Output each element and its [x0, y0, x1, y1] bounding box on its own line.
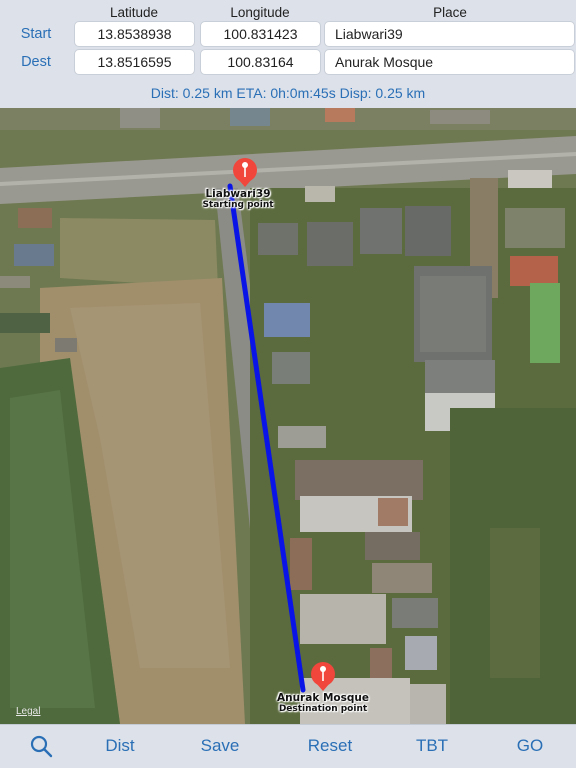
- start-place-field[interactable]: Liabwari39: [324, 21, 575, 47]
- dest-pin-label: Anurak Mosque Destination point: [253, 692, 393, 714]
- map-imagery: [0, 108, 576, 724]
- satellite-map[interactable]: Liabwari39 Starting point Anurak Mosque …: [0, 108, 576, 724]
- search-button[interactable]: [24, 733, 58, 759]
- longitude-column-header: Longitude: [230, 5, 290, 20]
- dest-latitude-field[interactable]: 13.8516595: [74, 49, 195, 75]
- start-pin-label: Liabwari39 Starting point: [188, 188, 288, 210]
- reset-button[interactable]: Reset: [294, 733, 366, 759]
- dest-pin-title: Anurak Mosque: [276, 692, 369, 704]
- coordinates-panel: Latitude Longitude Place Start 13.853893…: [0, 0, 576, 108]
- legal-link[interactable]: Legal: [16, 706, 40, 718]
- dest-longitude-field[interactable]: 100.83164: [200, 49, 321, 75]
- bottom-toolbar: Dist Save Reset TBT GO: [0, 724, 576, 768]
- start-pin-title: Liabwari39: [205, 188, 271, 200]
- tbt-button[interactable]: TBT: [404, 733, 460, 759]
- dist-button[interactable]: Dist: [88, 733, 152, 759]
- start-row-label: Start: [20, 26, 52, 42]
- route-summary: Dist: 0.25 km ETA: 0h:0m:45s Disp: 0.25 …: [150, 85, 426, 101]
- dest-place-field[interactable]: Anurak Mosque: [324, 49, 575, 75]
- start-longitude-field[interactable]: 100.831423: [200, 21, 321, 47]
- latitude-column-header: Latitude: [109, 5, 159, 20]
- go-button[interactable]: GO: [502, 733, 558, 759]
- dest-pin-subtitle: Destination point: [278, 704, 368, 714]
- magnifier-icon: [30, 735, 53, 758]
- dest-row-label: Dest: [21, 54, 51, 70]
- place-column-header: Place: [433, 5, 467, 20]
- start-latitude-field[interactable]: 13.8538938: [74, 21, 195, 47]
- save-button[interactable]: Save: [186, 733, 254, 759]
- start-pin-subtitle: Starting point: [202, 200, 274, 210]
